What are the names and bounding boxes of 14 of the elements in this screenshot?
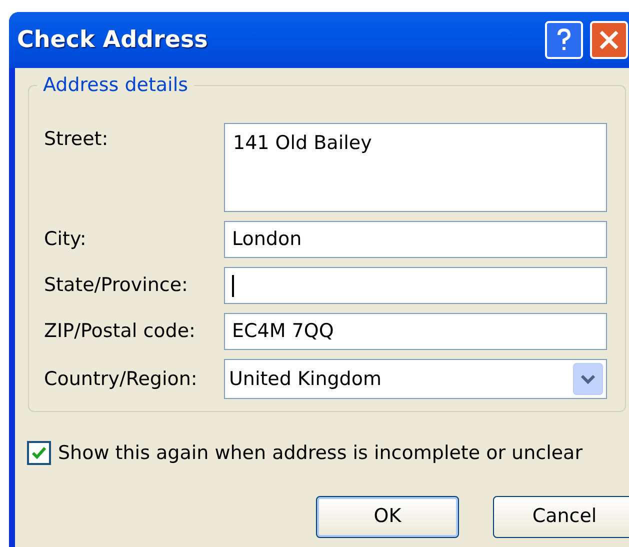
- field-label: Country/Region:: [44, 366, 198, 392]
- dropdown-field[interactable]: United Kingdom: [224, 359, 607, 399]
- input-field[interactable]: EC4M 7QQ: [224, 313, 607, 350]
- ok-button[interactable]: OK: [316, 496, 459, 538]
- input-field[interactable]: London: [224, 221, 607, 258]
- window-title: Check Address: [17, 26, 208, 55]
- field-label: Street:: [44, 127, 110, 152]
- checkbox-label: Show this again when address is incomplete or unclear: [58, 441, 583, 466]
- field-label: State/Province:: [44, 273, 189, 298]
- street-field[interactable]: 141 Old Bailey: [224, 123, 607, 212]
- field-label: ZIP/Postal code:: [44, 319, 196, 344]
- field-label: City:: [44, 227, 88, 252]
- cancel-button[interactable]: Cancel: [493, 496, 629, 538]
- dropdown-value: United Kingdom: [229, 366, 382, 392]
